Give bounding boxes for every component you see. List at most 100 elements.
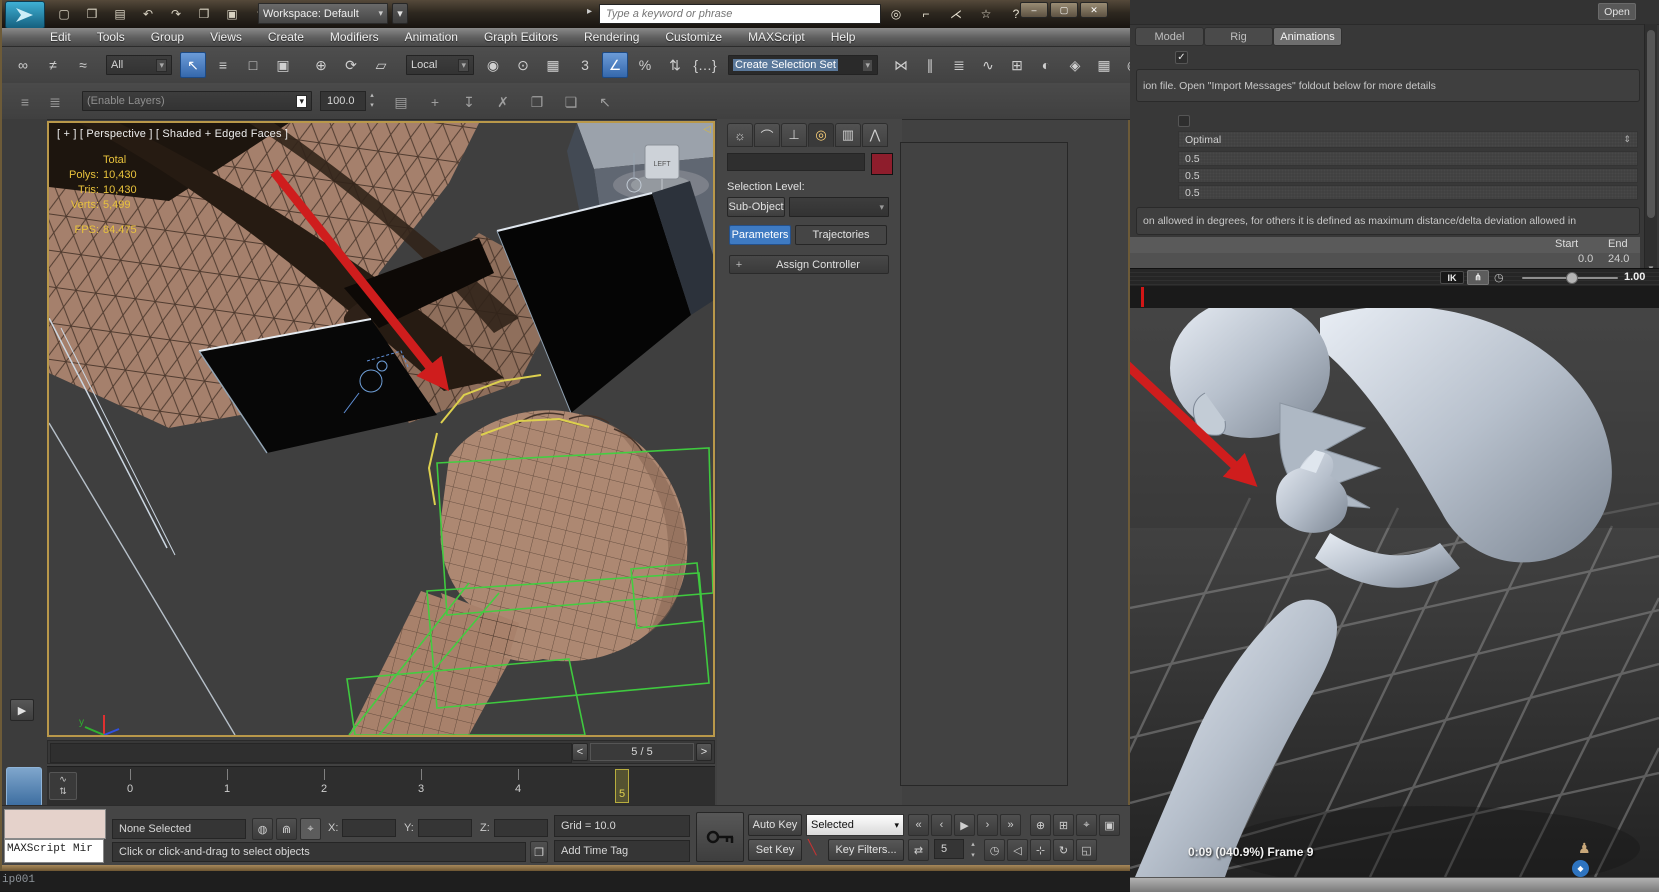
selection-lock-icon[interactable]: ⋒ (276, 818, 297, 840)
angle-snap-icon[interactable]: ∠ (602, 52, 628, 78)
assign-controller-rollout[interactable]: + Assign Controller (729, 255, 889, 274)
speed-slider-knob[interactable] (1566, 272, 1578, 284)
search-expand-icon[interactable]: ▸ (587, 6, 592, 17)
menu-item[interactable]: Help (831, 30, 856, 44)
minimize-button[interactable]: – (1020, 2, 1048, 18)
viewport-layout-tab[interactable] (6, 767, 42, 807)
menu-item[interactable]: MAXScript (748, 30, 805, 44)
align-icon[interactable]: ∥ (917, 52, 943, 78)
auto-key-button[interactable]: Auto Key (748, 814, 802, 836)
window-crossing-icon[interactable]: ▣ (270, 52, 296, 78)
select-and-manipulate-icon[interactable]: ⊙ (510, 52, 536, 78)
edit-named-sets-icon[interactable]: {…} (692, 52, 718, 78)
use-pivot-center-icon[interactable]: ◉ (480, 52, 506, 78)
perspective-viewport[interactable]: LEFT (47, 121, 715, 737)
scene-explorer-panel[interactable] (900, 142, 1068, 786)
selection-filter-dropdown[interactable]: All▾ (106, 55, 172, 75)
maxscript-mini-listener[interactable]: MAXScript Mir (4, 839, 104, 863)
render-frame-icon[interactable]: ▦ (1091, 52, 1117, 78)
close-button[interactable]: ✕ (1080, 2, 1108, 18)
key-filters-button[interactable]: Key Filters... (828, 839, 904, 861)
menu-item[interactable]: Customize (665, 30, 722, 44)
go-to-start-icon[interactable]: « (908, 814, 929, 836)
material-editor-icon[interactable]: ◐ (1033, 52, 1059, 78)
axis-gizmo-toggle[interactable]: ⋔ (1467, 270, 1489, 285)
viewport-collapse-icon[interactable]: ◁ (703, 124, 711, 135)
unlink-selection-icon[interactable]: ≠ (40, 52, 66, 78)
time-slider-handle[interactable]: 5 / 5 (590, 743, 694, 761)
anim-compression-checkbox[interactable] (1178, 115, 1190, 127)
search-input[interactable] (599, 4, 881, 24)
named-selection-set-dropdown[interactable]: Create Selection Set▾ (728, 55, 878, 75)
open-file-icon[interactable]: ❒ (80, 3, 104, 25)
anim-playbar[interactable]: IK ⋔ ◷ 1.00 (1130, 268, 1659, 288)
frame-spinner[interactable]: ▴▾ (968, 839, 978, 861)
scrollbar-thumb[interactable] (1647, 30, 1655, 218)
object-name-field[interactable] (727, 153, 865, 171)
y-coordinate-field[interactable] (418, 819, 472, 837)
z-coordinate-field[interactable] (494, 819, 548, 837)
create-layer-icon[interactable]: + (422, 89, 448, 115)
schematic-view-icon[interactable]: ⊞ (1004, 52, 1030, 78)
ik-toggle[interactable]: IK (1440, 271, 1464, 284)
expand-tray-button[interactable]: ▶ (10, 699, 34, 721)
layer-manager-icon[interactable]: ▤ (388, 89, 414, 115)
select-by-name-icon[interactable]: ≡ (210, 52, 236, 78)
workspace-more-button[interactable]: ▾ (392, 3, 408, 24)
selection-status-field[interactable]: None Selected (112, 819, 246, 839)
next-frame-icon[interactable]: › (977, 814, 998, 836)
mirror-icon[interactable]: ⋈ (888, 52, 914, 78)
layers-dropdown[interactable]: (Enable Layers) ▾ (82, 91, 312, 111)
zoom-extents-icon[interactable]: ⌖ (1076, 814, 1097, 836)
select-and-scale-icon[interactable]: ▱ (368, 52, 394, 78)
import-animation-checkbox[interactable]: ✓ (1175, 51, 1188, 64)
new-scene-icon[interactable]: ▢ (52, 3, 76, 25)
import-tab[interactable]: Model (1135, 27, 1204, 46)
workspace-dropdown[interactable]: Workspace: Default ▾ (258, 3, 388, 24)
save-file-icon[interactable]: ▤ (108, 3, 132, 25)
tab-motion[interactable]: ◎ (808, 123, 834, 147)
add-to-layer-icon[interactable]: ↧ (456, 89, 482, 115)
trajectories-tab[interactable]: Trajectories (795, 225, 887, 245)
layer-pin-icon[interactable]: ≡ (12, 89, 38, 115)
previous-frame-icon[interactable]: ‹ (931, 814, 952, 836)
error-value-field[interactable]: 0.5 (1178, 185, 1638, 200)
zoom-icon[interactable]: ⊕ (1030, 814, 1051, 836)
menu-item[interactable]: Graph Editors (484, 30, 558, 44)
menu-item[interactable]: Views (210, 30, 242, 44)
fov-icon[interactable]: ◁ (1007, 839, 1028, 861)
menu-item[interactable]: Group (151, 30, 184, 44)
favorites-star-icon[interactable]: ☆ (974, 3, 998, 25)
import-tab[interactable]: Animations (1273, 27, 1342, 46)
keyboard-override-icon[interactable]: ▦ (540, 52, 566, 78)
orbit-icon[interactable]: ↻ (1053, 839, 1074, 861)
maximize-button[interactable]: ▢ (1050, 2, 1078, 18)
tab-utilities[interactable]: ⋀ (862, 123, 888, 147)
time-slider[interactable]: < 5 / 5 > (47, 740, 715, 764)
tab-modify[interactable]: ⌒ (754, 123, 780, 147)
layer-opacity-field[interactable]: 100.0 (320, 91, 366, 111)
pan-hand-icon[interactable]: ⊹ (1030, 839, 1051, 861)
maximize-viewport-icon[interactable]: ◱ (1076, 839, 1097, 861)
tab-create[interactable]: ☼ (727, 123, 753, 147)
pick-layer-icon[interactable]: ↖ (592, 89, 618, 115)
communication-center-icon[interactable]: ⋌ (944, 3, 968, 25)
import-tab[interactable]: Rig (1204, 27, 1273, 46)
error-value-field[interactable]: 0.5 (1178, 151, 1638, 166)
copy-layer-icon[interactable]: ❐ (524, 89, 550, 115)
menu-item[interactable]: Animation (405, 30, 458, 44)
sub-object-button[interactable]: Sub-Object (727, 197, 785, 217)
scrollbar[interactable]: ▼ (1644, 24, 1657, 282)
select-object-icon[interactable]: ↖ (180, 52, 206, 78)
x-coordinate-field[interactable] (342, 819, 396, 837)
tag-icon[interactable]: ◆ (1572, 860, 1589, 877)
paste-layer-icon[interactable]: ❏ (558, 89, 584, 115)
select-and-rotate-icon[interactable]: ⟳ (338, 52, 364, 78)
rect-selection-region-icon[interactable]: □ (240, 52, 266, 78)
render-setup-icon[interactable]: ◈ (1062, 52, 1088, 78)
prev-frame-arrow[interactable]: < (572, 743, 588, 761)
prompt-lock-icon[interactable]: ❐ (530, 841, 548, 863)
viewport-label[interactable]: [ + ] [ Perspective ] [ Shaded + Edged F… (57, 128, 288, 140)
clip-range-row[interactable]: 0.0 24.0 (1130, 253, 1640, 268)
max-logo-icon[interactable] (5, 1, 45, 29)
